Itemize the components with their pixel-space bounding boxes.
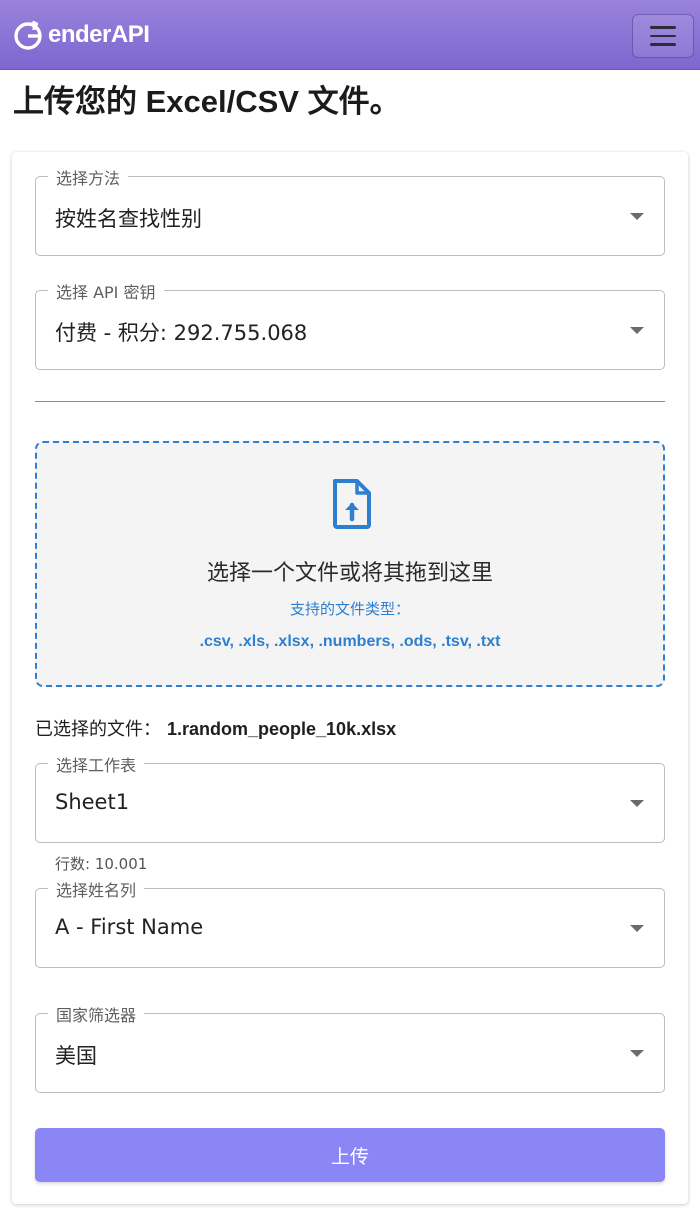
country-filter-select-label: 国家筛选器 bbox=[48, 1002, 145, 1026]
sheet-select-value: Sheet1 bbox=[55, 790, 130, 814]
page-title: 上传您的 Excel/CSV 文件。 bbox=[13, 84, 401, 119]
selected-file-name: 1.random_people_10k.xlsx bbox=[167, 719, 397, 739]
menu-toggle-button[interactable] bbox=[632, 14, 694, 58]
chevron-down-icon bbox=[630, 213, 644, 220]
name-column-select-label: 选择姓名列 bbox=[48, 877, 145, 901]
hamburger-menu-icon bbox=[650, 34, 676, 38]
selected-file-label: 已选择的文件： bbox=[35, 719, 161, 740]
row-count-text: 行数: 10.001 bbox=[55, 855, 148, 873]
name-column-select-value: A - First Name bbox=[55, 915, 204, 939]
country-filter-select-value: 美国 bbox=[55, 1044, 97, 1068]
selected-file-info: 已选择的文件： 1.random_people_10k.xlsx bbox=[35, 715, 396, 741]
divider bbox=[35, 401, 665, 402]
name-column-select[interactable]: 选择姓名列 A - First Name bbox=[35, 877, 665, 968]
method-select-label: 选择方法 bbox=[48, 165, 129, 189]
supported-types-list: .csv, .xls, .xlsx, .numbers, .ods, .tsv,… bbox=[199, 633, 501, 650]
country-filter-select[interactable]: 国家筛选器 美国 bbox=[35, 1002, 665, 1093]
chevron-down-icon bbox=[630, 327, 644, 334]
file-upload-icon bbox=[333, 479, 371, 529]
api-key-select-value: 付费 - 积分: 292.755.068 bbox=[55, 321, 308, 345]
method-select[interactable]: 选择方法 按姓名查找性别 bbox=[35, 165, 665, 256]
brand-name: enderAPI bbox=[48, 21, 150, 48]
chevron-down-icon bbox=[630, 1050, 644, 1057]
hamburger-menu-icon bbox=[650, 43, 676, 46]
api-key-select-label: 选择 API 密钥 bbox=[48, 279, 164, 303]
upload-button[interactable]: 上传 bbox=[35, 1128, 665, 1182]
upload-card: 选择方法 按姓名查找性别 选择 API 密钥 付费 - 积分: 292.755.… bbox=[12, 152, 688, 1204]
dropzone-title: 选择一个文件或将其拖到这里 bbox=[206, 561, 493, 586]
chevron-down-icon bbox=[630, 800, 644, 807]
hamburger-menu-icon bbox=[650, 26, 676, 29]
sheet-select[interactable]: 选择工作表 Sheet1 bbox=[35, 752, 665, 843]
method-select-value: 按姓名查找性别 bbox=[55, 207, 202, 231]
supported-types-label: 支持的文件类型： bbox=[289, 600, 410, 618]
api-key-select[interactable]: 选择 API 密钥 付费 - 积分: 292.755.068 bbox=[35, 279, 665, 370]
file-dropzone[interactable]: 选择一个文件或将其拖到这里 支持的文件类型： .csv, .xls, .xlsx… bbox=[35, 441, 665, 687]
sheet-select-label: 选择工作表 bbox=[48, 752, 145, 776]
top-navbar: enderAPI bbox=[0, 0, 700, 70]
genderapi-logo-icon bbox=[14, 21, 42, 50]
chevron-down-icon bbox=[630, 925, 644, 932]
brand-logo[interactable]: enderAPI bbox=[12, 16, 150, 54]
